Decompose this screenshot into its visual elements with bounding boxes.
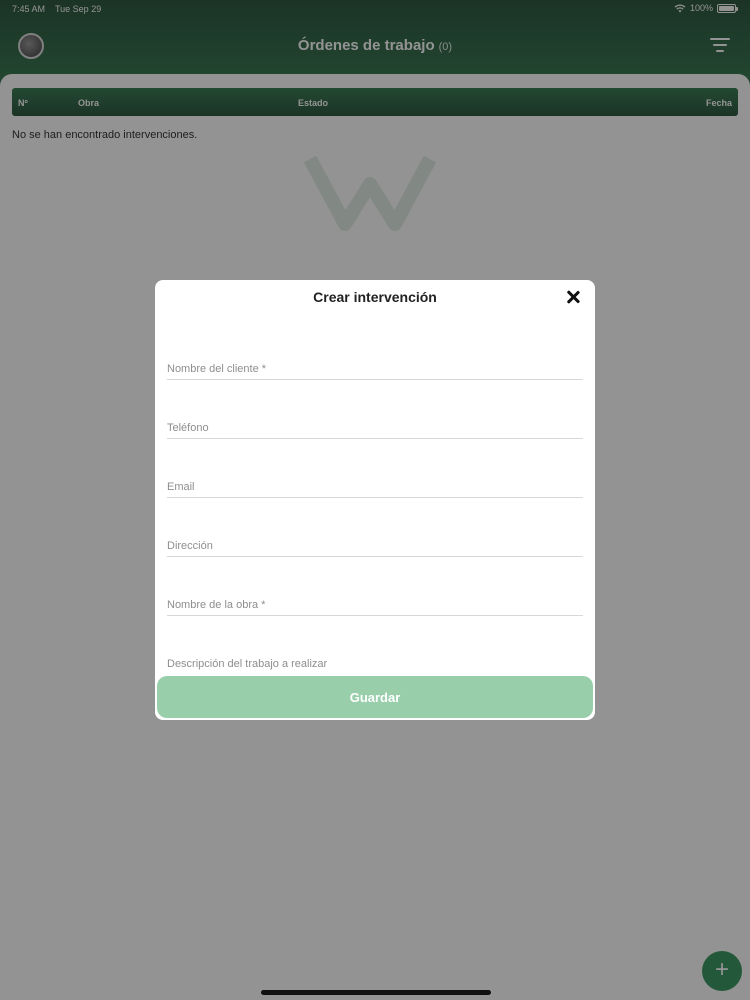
save-button[interactable]: Guardar xyxy=(157,676,593,718)
create-intervention-dialog: Crear intervención Guardar xyxy=(155,280,595,720)
phone-field xyxy=(167,417,583,439)
close-icon[interactable] xyxy=(566,290,580,304)
address-field xyxy=(167,535,583,557)
dialog-title: Crear intervención xyxy=(313,289,437,305)
work-name-field xyxy=(167,594,583,616)
client-name-input[interactable] xyxy=(167,358,583,379)
address-input[interactable] xyxy=(167,535,583,556)
work-description-input[interactable] xyxy=(167,653,583,675)
work-description-field xyxy=(167,653,583,675)
email-field xyxy=(167,476,583,498)
phone-input[interactable] xyxy=(167,417,583,438)
work-name-input[interactable] xyxy=(167,594,583,615)
client-name-field xyxy=(167,358,583,380)
email-input[interactable] xyxy=(167,476,583,497)
home-indicator xyxy=(261,990,491,995)
